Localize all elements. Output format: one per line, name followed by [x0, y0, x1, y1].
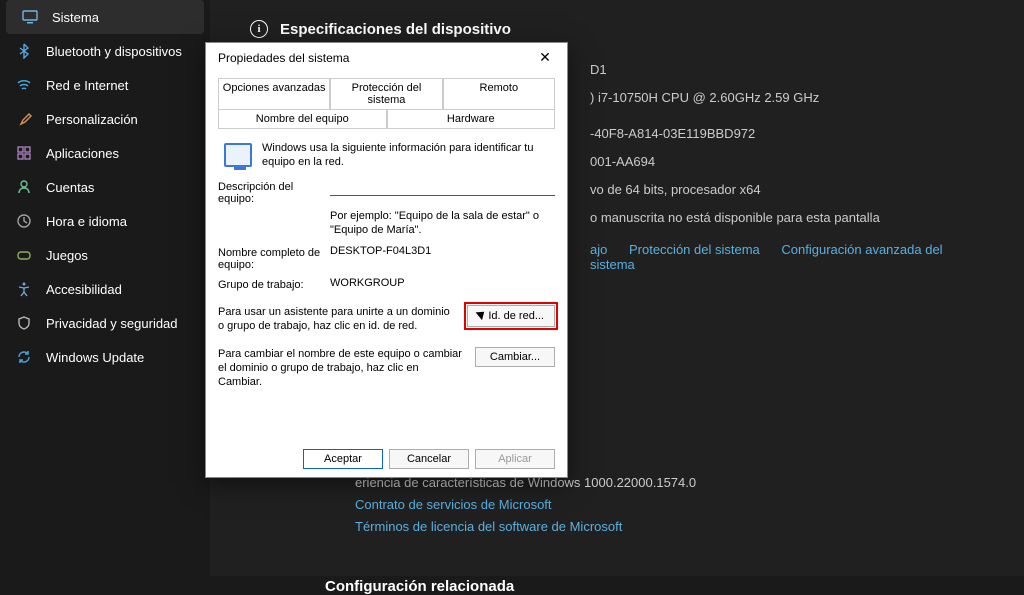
- sidebar-item-sistema[interactable]: Sistema: [6, 0, 204, 34]
- apps-icon: [16, 145, 32, 161]
- sidebar-item-cuentas[interactable]: Cuentas: [0, 170, 210, 204]
- sidebar-label: Privacidad y seguridad: [46, 316, 178, 331]
- accessibility-icon: [16, 281, 32, 297]
- tab-remoto[interactable]: Remoto: [443, 78, 555, 110]
- sidebar-item-accesibilidad[interactable]: Accesibilidad: [0, 272, 210, 306]
- sidebar-item-aplicaciones[interactable]: Aplicaciones: [0, 136, 210, 170]
- sidebar-item-update[interactable]: Windows Update: [0, 340, 210, 374]
- spec-uuid: -40F8-A814-03E119BBD972: [590, 120, 984, 148]
- ms-links: eriencia de características de Windows 1…: [250, 472, 984, 538]
- sidebar-item-privacidad[interactable]: Privacidad y seguridad: [0, 306, 210, 340]
- desc-label: Descripción del equipo:: [218, 179, 330, 205]
- info-icon: i: [250, 20, 268, 38]
- system-properties-dialog: Propiedades del sistema ✕ Opciones avanz…: [205, 42, 568, 478]
- link-contrato[interactable]: Contrato de servicios de Microsoft: [355, 494, 984, 516]
- change-button[interactable]: Cambiar...: [475, 347, 555, 367]
- link-terminos[interactable]: Términos de licencia del software de Mic…: [355, 516, 984, 538]
- fullname-label: Nombre completo de equipo:: [218, 245, 330, 271]
- cursor-icon: [478, 309, 488, 323]
- clock-icon: [16, 213, 32, 229]
- wifi-icon: [16, 77, 32, 93]
- sidebar-label: Bluetooth y dispositivos: [46, 44, 182, 59]
- network-id-button[interactable]: Id. de red...: [467, 305, 555, 327]
- sidebar-item-bluetooth[interactable]: Bluetooth y dispositivos: [0, 34, 210, 68]
- section-title: Especificaciones del dispositivo: [280, 21, 511, 38]
- spec-product: 001-AA694: [590, 148, 984, 176]
- spec-device: D1: [590, 56, 984, 84]
- related-heading: Configuración relacionada: [250, 578, 984, 595]
- settings-sidebar: Sistema Bluetooth y dispositivos Red e I…: [0, 0, 210, 576]
- sidebar-label: Sistema: [52, 10, 99, 25]
- person-icon: [16, 179, 32, 195]
- intro-text: Windows usa la siguiente información par…: [262, 141, 555, 169]
- link-proteccion[interactable]: Protección del sistema: [629, 242, 760, 257]
- sidebar-label: Cuentas: [46, 180, 94, 195]
- workgroup-label: Grupo de trabajo:: [218, 277, 330, 291]
- tab-proteccion[interactable]: Protección del sistema: [330, 78, 442, 110]
- spec-pen: o manuscrita no está disponible para est…: [590, 204, 984, 232]
- shield-icon: [16, 315, 32, 331]
- example-text: Por ejemplo: "Equipo de la sala de estar…: [218, 209, 555, 237]
- sidebar-label: Juegos: [46, 248, 88, 263]
- workgroup-value: WORKGROUP: [330, 277, 555, 289]
- desc-input[interactable]: [330, 179, 555, 196]
- system-icon: [22, 9, 38, 25]
- link-ajo[interactable]: ajo: [590, 242, 607, 257]
- ok-button[interactable]: Aceptar: [303, 449, 383, 469]
- sidebar-item-juegos[interactable]: Juegos: [0, 238, 210, 272]
- dialog-title: Propiedades del sistema: [218, 51, 349, 65]
- tab-nombre-equipo[interactable]: Nombre del equipo: [218, 109, 387, 129]
- sidebar-label: Aplicaciones: [46, 146, 119, 161]
- apply-button[interactable]: Aplicar: [475, 449, 555, 469]
- change-text: Para cambiar el nombre de este equipo o …: [218, 347, 465, 389]
- sidebar-label: Hora e idioma: [46, 214, 127, 229]
- dialog-titlebar: Propiedades del sistema ✕: [206, 43, 567, 72]
- sidebar-label: Personalización: [46, 112, 138, 127]
- spec-arch: vo de 64 bits, procesador x64: [590, 176, 984, 204]
- wizard-text: Para usar un asistente para unirte a un …: [218, 305, 457, 333]
- computer-icon: [224, 143, 252, 167]
- tab-hardware[interactable]: Hardware: [387, 109, 556, 129]
- spec-cpu: ) i7-10750H CPU @ 2.60GHz 2.59 GHz: [590, 84, 984, 112]
- tab-opciones-avanzadas[interactable]: Opciones avanzadas: [218, 78, 330, 110]
- bluetooth-icon: [16, 43, 32, 59]
- sidebar-label: Accesibilidad: [46, 282, 122, 297]
- sidebar-item-hora[interactable]: Hora e idioma: [0, 204, 210, 238]
- sidebar-label: Red e Internet: [46, 78, 128, 93]
- brush-icon: [16, 111, 32, 127]
- fullname-value: DESKTOP-F04L3D1: [330, 245, 555, 257]
- game-icon: [16, 247, 32, 263]
- sidebar-label: Windows Update: [46, 350, 144, 365]
- sidebar-item-personalizacion[interactable]: Personalización: [0, 102, 210, 136]
- update-icon: [16, 349, 32, 365]
- close-icon[interactable]: ✕: [535, 49, 555, 66]
- sidebar-item-red[interactable]: Red e Internet: [0, 68, 210, 102]
- cancel-button[interactable]: Cancelar: [389, 449, 469, 469]
